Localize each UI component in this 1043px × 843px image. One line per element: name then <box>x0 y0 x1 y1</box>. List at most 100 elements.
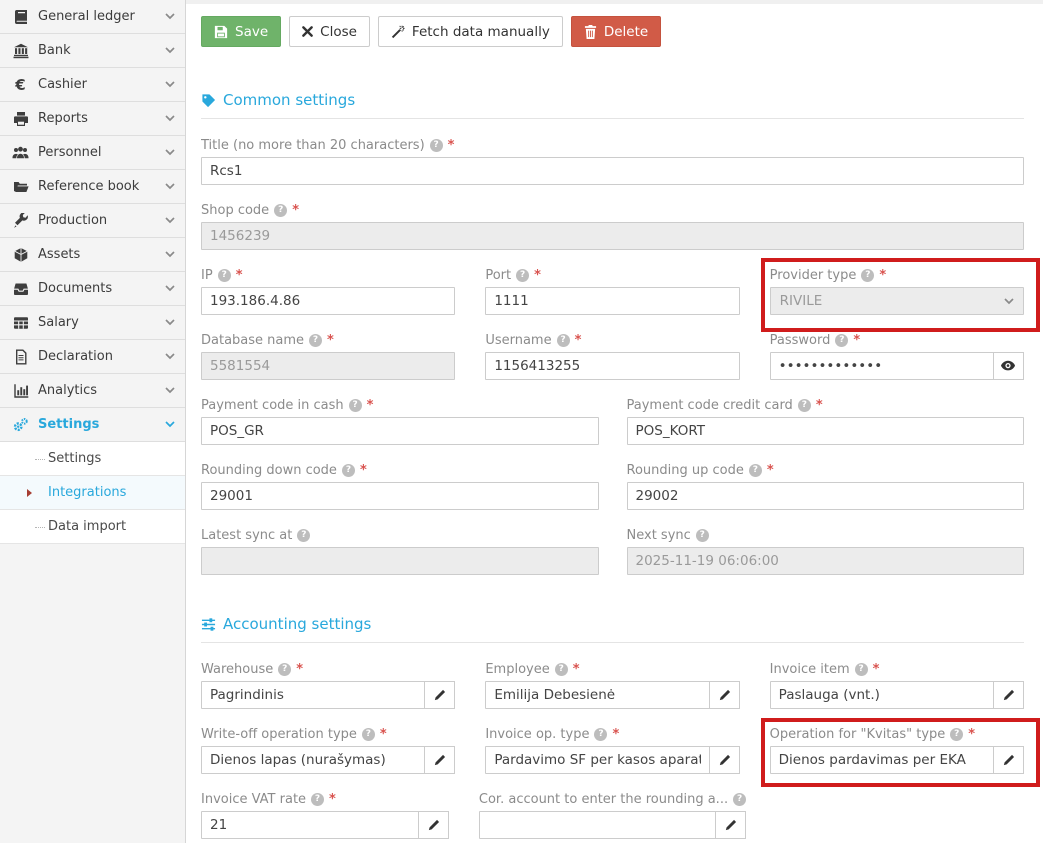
section-title: Common settings <box>223 91 355 109</box>
field-label: Invoice op. type <box>485 726 739 743</box>
close-button[interactable]: Close <box>289 16 370 47</box>
required-asterisk <box>448 138 455 153</box>
show-password-button[interactable] <box>993 352 1024 380</box>
field-label: Payment code in cash <box>201 397 599 414</box>
submenu-item-data-import[interactable]: Data import <box>0 510 185 544</box>
main-content: Save Close Fetch data manually Delete <box>186 0 1043 843</box>
sidebar-item-personnel[interactable]: Personnel <box>0 136 185 170</box>
app-window: General ledger Bank € Cashier Reports Pe… <box>0 0 1043 843</box>
username-input[interactable] <box>485 352 739 380</box>
payment-code-credit-card-input[interactable] <box>627 417 1025 445</box>
database-name-input <box>201 352 455 380</box>
title-input[interactable] <box>201 157 1024 185</box>
edit-employee-button[interactable] <box>709 681 740 709</box>
help-icon <box>430 139 443 152</box>
field-label: Invoice item <box>770 661 1024 678</box>
wrench-icon <box>11 213 30 229</box>
required-asterisk <box>968 727 975 742</box>
field-label: Rounding down code <box>201 462 599 479</box>
kvitas-operation-input[interactable] <box>770 746 994 774</box>
chevron-down-icon <box>165 13 175 20</box>
payment-code-cash-input[interactable] <box>201 417 599 445</box>
sidebar-item-label: Cashier <box>38 77 165 92</box>
invoice-vat-rate-input[interactable] <box>201 811 419 839</box>
sidebar-item-reports[interactable]: Reports <box>0 102 185 136</box>
required-asterisk <box>612 727 619 742</box>
sidebar-item-bank[interactable]: Bank <box>0 34 185 68</box>
field-label: Database name <box>201 332 455 349</box>
field-provider-type: Provider type RIVILE <box>770 267 1024 315</box>
field-label: Next sync <box>627 527 1025 544</box>
invoice-item-input[interactable] <box>770 681 994 709</box>
chevron-down-icon <box>165 81 175 88</box>
writeoff-operation-type-input[interactable] <box>201 746 425 774</box>
invoice-op-type-input[interactable] <box>485 746 709 774</box>
sidebar-item-reference-book[interactable]: Reference book <box>0 170 185 204</box>
warehouse-input[interactable] <box>201 681 425 709</box>
pencil-icon <box>433 689 446 702</box>
sidebar-item-documents[interactable]: Documents <box>0 272 185 306</box>
help-icon <box>557 334 570 347</box>
shop-code-input <box>201 222 1024 250</box>
field-label: Invoice VAT rate <box>201 791 449 808</box>
sidebar-item-settings[interactable]: Settings <box>0 408 185 442</box>
field-label: IP <box>201 267 455 284</box>
sidebar-item-cashier[interactable]: € Cashier <box>0 68 185 102</box>
submenu-item-integrations[interactable]: Integrations <box>0 476 185 510</box>
sidebar-item-general-ledger[interactable]: General ledger <box>0 0 185 34</box>
dotted-connector <box>35 459 45 460</box>
save-button[interactable]: Save <box>201 16 281 47</box>
ledger-icon <box>11 9 30 25</box>
file-icon <box>11 349 30 365</box>
field-password: Password <box>770 332 1024 380</box>
submenu-item-label: Data import <box>48 519 126 534</box>
sidebar-item-analytics[interactable]: Analytics <box>0 374 185 408</box>
required-asterisk <box>767 463 774 478</box>
sidebar-item-label: Reference book <box>38 179 165 194</box>
sidebar-item-assets[interactable]: Assets <box>0 238 185 272</box>
rounding-down-code-input[interactable] <box>201 482 599 510</box>
cor-account-input[interactable] <box>479 811 716 839</box>
provider-type-select: RIVILE <box>770 287 1024 315</box>
cube-icon <box>11 247 30 263</box>
edit-cor-account-button[interactable] <box>715 811 746 839</box>
table-icon <box>11 315 30 331</box>
submenu-item-settings[interactable]: Settings <box>0 442 185 476</box>
help-icon <box>555 663 568 676</box>
help-icon <box>855 663 868 676</box>
help-icon <box>309 334 322 347</box>
edit-warehouse-button[interactable] <box>424 681 455 709</box>
sidebar-item-label: Personnel <box>38 145 165 160</box>
field-rounding-up-code: Rounding up code <box>627 462 1025 510</box>
sidebar-item-label: Declaration <box>38 349 165 364</box>
edit-invoice-vat-rate-button[interactable] <box>418 811 449 839</box>
required-asterisk <box>816 398 823 413</box>
ip-input[interactable] <box>201 287 455 315</box>
section-divider <box>201 118 1024 119</box>
sidebar-item-salary[interactable]: Salary <box>0 306 185 340</box>
edit-writeoff-operation-type-button[interactable] <box>424 746 455 774</box>
rounding-up-code-input[interactable] <box>627 482 1025 510</box>
dotted-connector <box>35 527 45 528</box>
fetch-data-button[interactable]: Fetch data manually <box>378 16 563 47</box>
chevron-down-icon <box>165 183 175 190</box>
edit-kvitas-operation-button[interactable] <box>993 746 1024 774</box>
inbox-icon <box>11 281 30 297</box>
section-title: Accounting settings <box>223 615 371 633</box>
gears-icon <box>11 417 30 433</box>
port-input[interactable] <box>485 287 739 315</box>
chevron-down-icon <box>165 353 175 360</box>
edit-invoice-op-type-button[interactable] <box>709 746 740 774</box>
field-shop-code: Shop code <box>201 202 1024 250</box>
field-invoice-vat-rate: Invoice VAT rate <box>201 791 449 839</box>
help-icon <box>516 269 529 282</box>
field-label: Warehouse <box>201 661 455 678</box>
help-icon <box>362 728 375 741</box>
delete-button[interactable]: Delete <box>571 16 661 47</box>
employee-input[interactable] <box>485 681 709 709</box>
edit-invoice-item-button[interactable] <box>993 681 1024 709</box>
sidebar-item-declaration[interactable]: Declaration <box>0 340 185 374</box>
field-rounding-down-code: Rounding down code <box>201 462 599 510</box>
sidebar-item-production[interactable]: Production <box>0 204 185 238</box>
password-input[interactable] <box>770 352 994 380</box>
